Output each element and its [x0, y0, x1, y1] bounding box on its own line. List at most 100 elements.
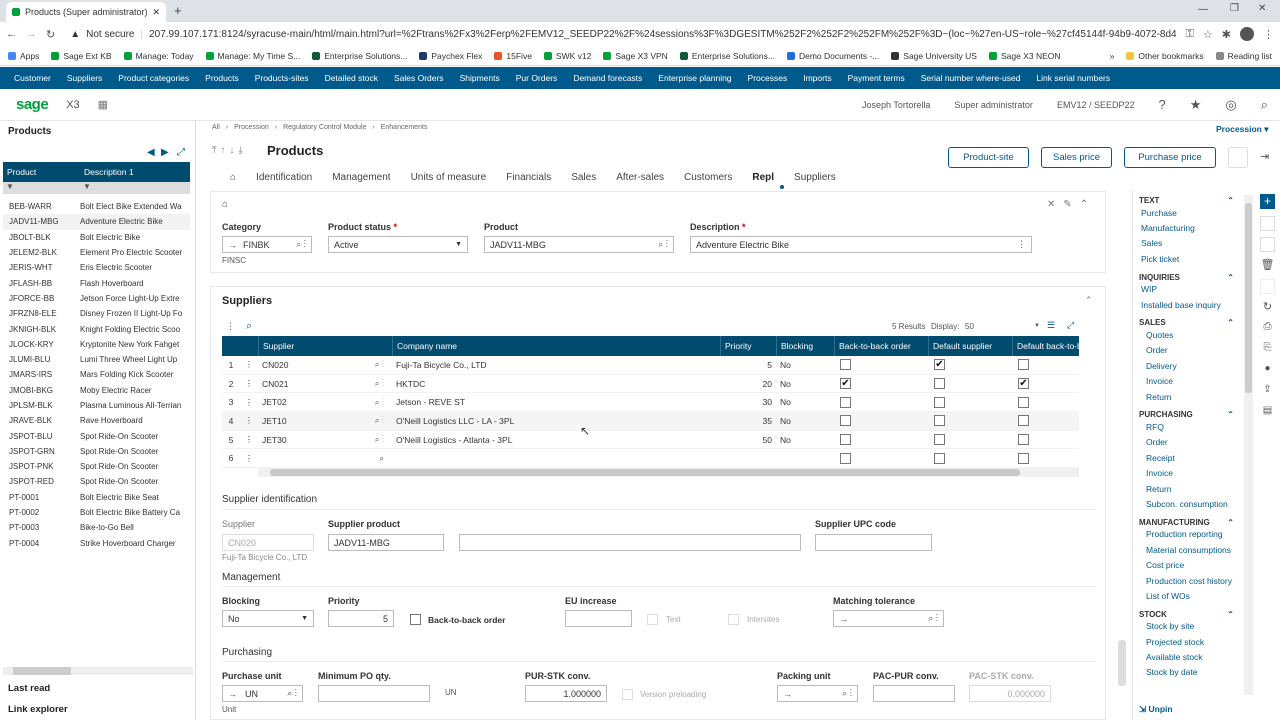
menu-item[interactable]: Processes — [740, 73, 796, 83]
blocking-cell[interactable]: No — [776, 393, 834, 411]
menu-item[interactable]: Suppliers — [59, 73, 110, 83]
breadcrumb-item[interactable]: All — [212, 124, 220, 131]
check-icon[interactable] — [1260, 237, 1275, 252]
product-list-item[interactable]: JFLASH-BB Flash Hoverboard — [3, 275, 190, 290]
browser-tab[interactable]: Products (Super administrator) E ✕ — [6, 2, 166, 22]
right-section-header[interactable]: SALES ⌃ — [1133, 318, 1244, 327]
product-site-button[interactable]: Product-site — [948, 147, 1029, 168]
bookmark-item[interactable]: Sage X3 NEON — [988, 51, 1061, 61]
row-menu-icon[interactable]: ⋮ — [240, 393, 258, 411]
more-bookmarks-icon[interactable]: » — [1110, 51, 1115, 61]
right-panel-link[interactable]: Return — [1133, 389, 1244, 404]
collapse-icon[interactable]: ⌃ — [1227, 318, 1234, 327]
right-panel-link[interactable]: Subcon. consumption — [1133, 496, 1244, 511]
maximize-icon[interactable]: ❐ — [1230, 3, 1239, 14]
default-supplier-checkbox[interactable] — [934, 434, 945, 446]
product-list-item[interactable]: PT-0002 Bolt Electric Bike Battery Ca — [3, 505, 190, 520]
grid-search-icon[interactable]: ⌕ — [246, 320, 252, 333]
supplier-cell[interactable]: JET30 ⌕ ⋮ — [258, 431, 392, 449]
supplier-cell[interactable]: ⌕ — [258, 449, 392, 467]
right-panel-link[interactable]: Return — [1133, 481, 1244, 496]
default-supplier-checkbox[interactable]: ✔ — [934, 359, 945, 371]
sage-logo[interactable]: sage — [16, 96, 49, 113]
other-bookmarks[interactable]: Other bookmarks — [1126, 51, 1204, 61]
unpin-button[interactable]: ⇲ Unpin — [1139, 704, 1173, 715]
bookmark-item[interactable]: Manage: My Time S... — [205, 51, 300, 61]
default-supplier-checkbox[interactable] — [934, 415, 945, 427]
delete-icon[interactable]: 🗑 — [1260, 258, 1275, 273]
menu-item[interactable]: Payment terms — [840, 73, 913, 83]
col-priority[interactable]: Priority — [720, 336, 776, 356]
product-list-item[interactable]: JPLSM-BLK Plasma Luminous All-Terrian — [3, 398, 190, 413]
user-name[interactable]: Joseph Tortorella — [862, 100, 930, 110]
supplier-cell[interactable]: JET10 ⌕ ⋮ — [258, 412, 392, 430]
right-panel-link[interactable]: Manufacturing — [1133, 220, 1244, 235]
product-list-item[interactable]: JSPOT-GRN Spot Ride-On Scooter — [3, 444, 190, 459]
key-icon[interactable]: ⚿ — [1186, 28, 1194, 41]
right-panel-link[interactable]: Stock by date — [1133, 665, 1244, 680]
product-list-item[interactable]: JFRZN8-ELE Disney Frozen II Light-Up Fo — [3, 306, 190, 321]
tab-identification[interactable]: Identification — [246, 172, 322, 183]
company-name-cell[interactable]: Fuji-Ta Bicycle Co., LTD — [392, 356, 720, 374]
col-company-name[interactable]: Company name — [392, 336, 720, 356]
right-panel-link[interactable]: RFQ — [1133, 419, 1244, 434]
right-panel-link[interactable]: Production reporting — [1133, 527, 1244, 542]
col-default-back-to-back[interactable]: Default back-to-b — [1012, 336, 1079, 356]
blocking-cell[interactable]: No — [776, 412, 834, 430]
window-close-icon[interactable]: ✕ — [1258, 3, 1266, 14]
category-field[interactable]: → FINBK ⌕ ⋮ — [222, 236, 312, 253]
bookmark-item[interactable]: Demo Documents -... — [786, 51, 879, 61]
minimum-po-field[interactable] — [318, 685, 430, 702]
back-to-back-checkbox[interactable] — [840, 359, 851, 371]
right-panel-link[interactable]: Sales — [1133, 236, 1244, 251]
tab-units-of-measure[interactable]: Units of measure — [401, 172, 497, 183]
bookmark-item[interactable]: Apps — [8, 51, 39, 61]
right-panel-link[interactable]: Pick ticket — [1133, 251, 1244, 266]
right-panel-link[interactable]: Projected stock — [1133, 634, 1244, 649]
col-supplier[interactable]: Supplier — [258, 336, 392, 356]
card-tools-icons[interactable]: ✕✎⌃ — [1047, 199, 1096, 210]
right-panel-link[interactable]: Delivery — [1133, 358, 1244, 373]
star-icon[interactable]: ☆ — [1203, 28, 1213, 41]
upload-icon[interactable]: ⇪ — [1260, 384, 1275, 399]
lookup-icon[interactable]: ⌕ ⋮ — [375, 415, 384, 426]
default-supplier-checkbox[interactable] — [934, 396, 945, 408]
col-default-supplier[interactable]: Default supplier — [928, 336, 1012, 356]
exit-icon[interactable]: ⇥ — [1260, 150, 1269, 163]
menu-item[interactable]: Imports — [795, 73, 839, 83]
right-section-header[interactable]: MANUFACTURING ⌃ — [1133, 518, 1244, 527]
collapse-icon[interactable]: ⌃ — [1227, 518, 1234, 527]
pur-stk-conv-field[interactable]: 1.000000 — [525, 685, 607, 702]
table-row[interactable]: 6 ⋮ ⌕ — [222, 449, 1079, 469]
table-row[interactable]: 3 ⋮ JET02 ⌕ ⋮ Jetson - REVE ST 30 No — [222, 393, 1079, 413]
right-panel-link[interactable]: Production cost history — [1133, 573, 1244, 588]
tab-financials[interactable]: Financials — [496, 172, 561, 183]
default-back-to-back-checkbox[interactable] — [1018, 359, 1029, 371]
bookmark-item[interactable]: Sage Ext KB — [51, 51, 112, 61]
comment-icon[interactable]: ● — [1260, 363, 1275, 378]
priority-cell[interactable]: 5 — [720, 356, 776, 374]
menu-item[interactable]: Link serial numbers — [1028, 73, 1118, 83]
tab-customers[interactable]: Customers — [674, 172, 742, 183]
supplier-cell[interactable]: CN021 ⌕ ⋮ — [258, 375, 392, 393]
grid-horizontal-scrollbar[interactable] — [258, 468, 1079, 478]
layers-icon[interactable]: ☰ — [1047, 320, 1055, 331]
table-row[interactable]: 2 ⋮ CN021 ⌕ ⋮ HKTDC 20 No ✔ ✔ — [222, 375, 1079, 394]
right-panel-link[interactable]: Installed base inquiry — [1133, 297, 1244, 312]
sales-price-button[interactable]: Sales price — [1041, 147, 1112, 168]
product-list-item[interactable]: BEB-WARR Bolt Elect Bike Extended Wa — [3, 199, 190, 214]
lookup-icon[interactable]: ⌕ — [379, 453, 384, 464]
menu-item[interactable]: Enterprise planning — [650, 73, 739, 83]
right-panel-link[interactable]: Material consumptions — [1133, 542, 1244, 557]
matching-tolerance-field[interactable]: → ⌕ ⋮ — [833, 610, 944, 627]
menu-item[interactable]: Product categories — [110, 73, 197, 83]
compass-icon[interactable]: ◎ — [1225, 97, 1236, 113]
save-icon[interactable] — [1260, 216, 1275, 231]
product-list-item[interactable]: PT-0004 Strike Hoverboard Charger — [3, 536, 190, 551]
column-product[interactable]: Product — [3, 167, 80, 177]
link-explorer-section[interactable]: Link explorer — [8, 704, 68, 715]
grid-menu-icon[interactable]: ⋮ — [226, 321, 235, 332]
product-list-item[interactable]: JSPOT-PNK Spot Ride-On Scooter — [3, 459, 190, 474]
company-name-cell[interactable]: Jetson - REVE ST — [392, 393, 720, 411]
cancel-icon[interactable] — [1260, 279, 1275, 294]
